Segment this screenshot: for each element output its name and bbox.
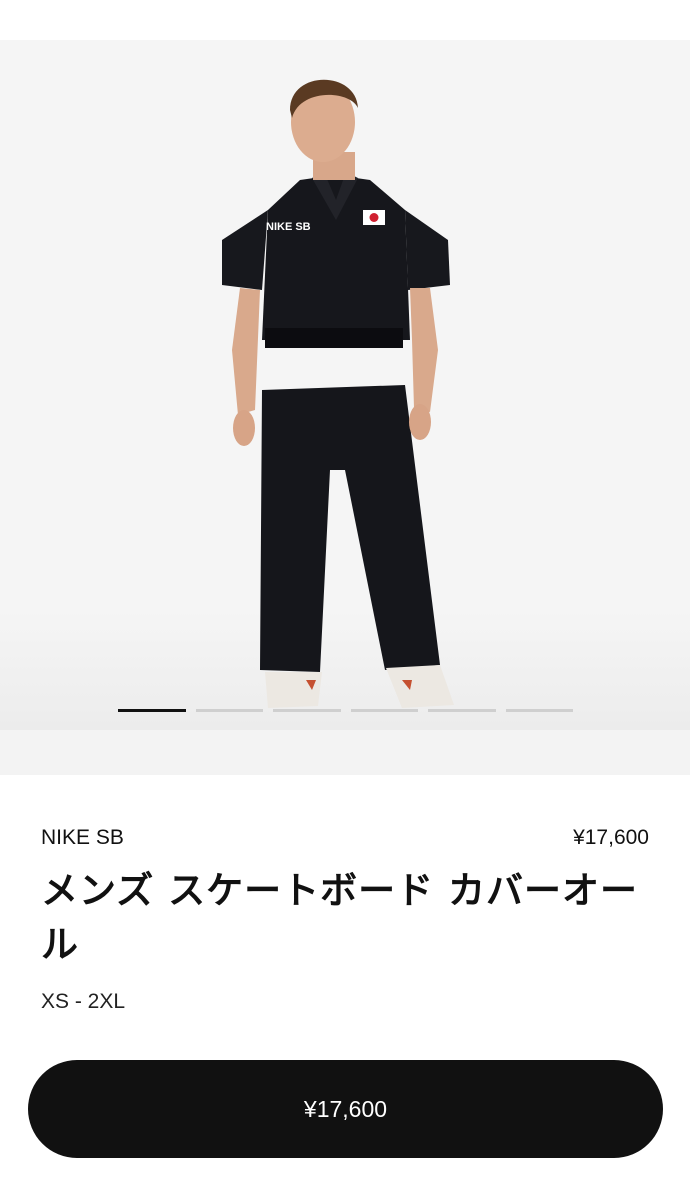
product-title: メンズ スケートボード カバーオール: [41, 869, 639, 966]
carousel-dot-6[interactable]: [505, 709, 573, 712]
section-divider: [0, 730, 690, 775]
carousel-dot-4[interactable]: [350, 709, 418, 712]
carousel-dot-3[interactable]: [273, 709, 341, 712]
product-brand: NIKE SB: [41, 826, 124, 849]
carousel-dot-2[interactable]: [195, 709, 263, 712]
product-price: ¥17,600: [573, 826, 649, 849]
carousel-indicator: [118, 709, 573, 712]
product-photo: NIKE SB: [222, 79, 454, 708]
carousel-dot-1[interactable]: [118, 709, 186, 712]
carousel-dot-5[interactable]: [428, 709, 496, 712]
product-image-gallery[interactable]: NIKE SB: [0, 40, 690, 730]
buy-button[interactable]: ¥17,600: [28, 1060, 663, 1158]
product-size-range: XS - 2XL: [41, 990, 126, 1013]
svg-text:NIKE SB: NIKE SB: [266, 221, 311, 233]
